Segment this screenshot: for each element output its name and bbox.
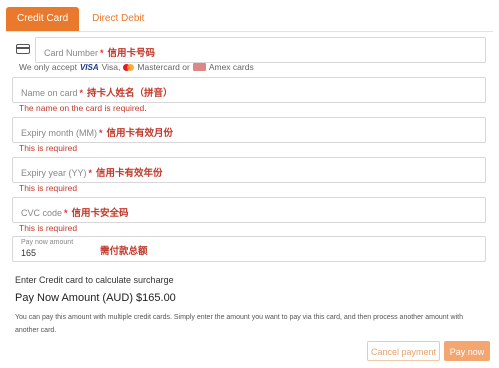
cvc-error: This is required: [19, 223, 78, 233]
pay-now-amount-input[interactable]: Pay now amount 165 需付款总额: [12, 236, 486, 262]
amex-logo: [192, 63, 206, 71]
accepted-cards-note: We only accept VISA Visa, Mastercard or …: [19, 62, 254, 72]
expiry-year-placeholder: Expiry year (YY) * 信用卡有效年份: [21, 168, 163, 179]
visa-logo: VISA: [79, 62, 99, 72]
tab-credit-card[interactable]: Credit Card: [6, 7, 80, 31]
expiry-month-placeholder: Expiry month (MM) * 信用卡有效月份: [21, 128, 174, 139]
payment-tabs: Credit Card Direct Debit: [6, 7, 155, 31]
name-on-card-input[interactable]: Name on card * 持卡人姓名（拼音）: [12, 77, 486, 103]
tab-divider: [6, 31, 493, 32]
pay-now-amount-annotation: 需付款总额: [100, 246, 148, 257]
pay-now-button[interactable]: Pay now: [444, 341, 490, 361]
expiry-month-input[interactable]: Expiry month (MM) * 信用卡有效月份: [12, 117, 486, 143]
mastercard-logo: [123, 63, 135, 71]
pay-now-amount-value: 165: [21, 248, 37, 258]
card-number-annotation: 信用卡号码: [107, 48, 156, 59]
expiry-month-error: This is required: [19, 143, 78, 153]
multi-card-description: You can pay this amount with multiple cr…: [15, 314, 463, 334]
name-on-card-error: The name on the card is required.: [19, 103, 147, 113]
card-number-input[interactable]: Card Number * 信用卡号码: [35, 37, 486, 63]
credit-card-icon: [16, 44, 30, 54]
cvc-placeholder: CVC code * 信用卡安全码: [21, 208, 129, 219]
pay-now-amount-label: Pay now amount: [21, 239, 74, 246]
expiry-year-annotation: 信用卡有效年份: [96, 168, 163, 179]
surcharge-text: Enter Credit card to calculate surcharge: [15, 275, 174, 285]
expiry-month-annotation: 信用卡有效月份: [106, 128, 174, 139]
tab-direct-debit[interactable]: Direct Debit: [81, 7, 155, 31]
name-on-card-placeholder: Name on card * 持卡人姓名（拼音）: [21, 88, 173, 99]
expiry-year-input[interactable]: Expiry year (YY) * 信用卡有效年份: [12, 157, 486, 183]
card-number-placeholder: Card Number * 信用卡号码: [44, 48, 156, 59]
cvc-annotation: 信用卡安全码: [71, 208, 129, 219]
name-on-card-annotation: 持卡人姓名（拼音）: [87, 88, 173, 99]
cvc-input[interactable]: CVC code * 信用卡安全码: [12, 197, 486, 223]
expiry-year-error: This is required: [19, 183, 78, 193]
cancel-payment-button[interactable]: Cancel payment: [367, 341, 440, 361]
pay-now-amount-total: Pay Now Amount (AUD) $165.00: [15, 292, 176, 304]
